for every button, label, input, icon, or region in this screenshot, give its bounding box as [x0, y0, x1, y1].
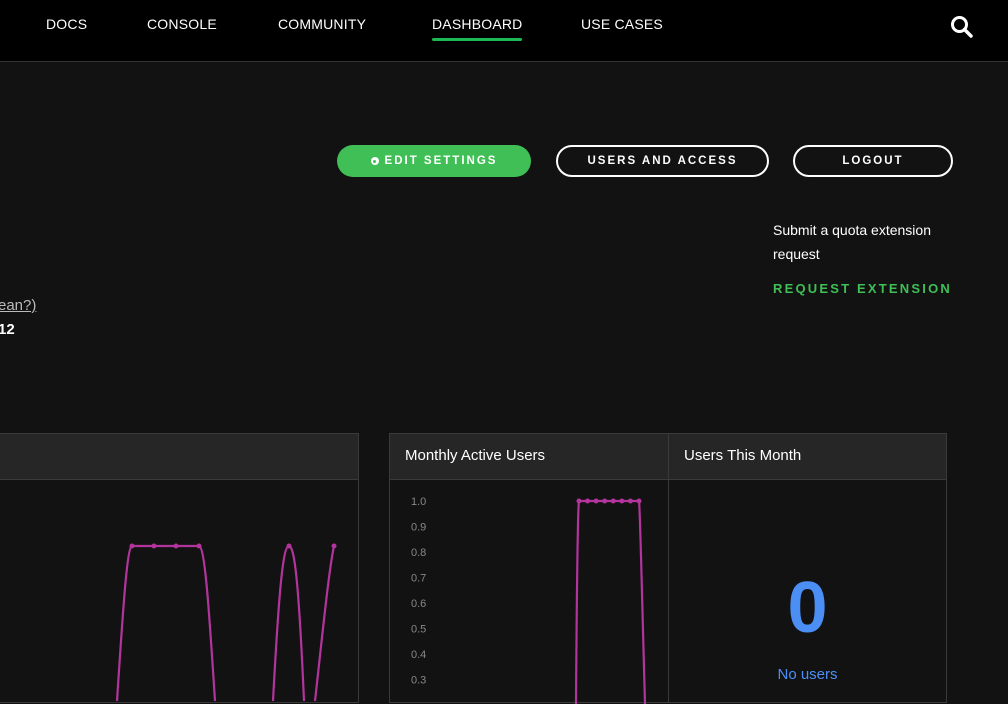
- data-point: [593, 498, 599, 504]
- data-point: [196, 543, 202, 549]
- users-and-access-label: USERS AND ACCESS: [587, 155, 738, 167]
- data-point: [619, 498, 625, 504]
- data-point: [636, 498, 642, 504]
- y-tick-label: 0.9: [411, 522, 426, 534]
- data-point: [602, 498, 608, 504]
- y-tick-label: 0.4: [411, 649, 426, 661]
- y-tick-label: 0.7: [411, 573, 426, 585]
- users-and-access-button[interactable]: USERS AND ACCESS: [556, 145, 769, 177]
- nav-community[interactable]: COMMUNITY: [278, 16, 366, 32]
- data-point: [129, 543, 135, 549]
- data-point: [627, 498, 633, 504]
- data-point: [286, 543, 292, 549]
- top-navigation: DOCS CONSOLE COMMUNITY DASHBOARD USE CAS…: [0, 0, 1008, 62]
- y-tick-label: 0.6: [411, 598, 426, 610]
- users-count: 0: [787, 568, 828, 648]
- series-line: [574, 499, 647, 704]
- monthly-active-users-panel: Monthly Active Users 1.0 0.9 0.8 0.7 0.6 0.5 0…: [389, 433, 670, 704]
- edit-settings-button[interactable]: EDIT SETTINGS: [337, 145, 531, 177]
- data-point: [331, 543, 337, 549]
- y-tick-label: 0.5: [411, 624, 426, 636]
- logout-button[interactable]: LOGOUT: [793, 145, 953, 177]
- panel-header: [0, 434, 358, 480]
- panel-header: Users This Month: [669, 434, 946, 480]
- users-caption: No users: [777, 666, 838, 683]
- series-line: [271, 544, 306, 702]
- logout-label: LOGOUT: [842, 155, 904, 167]
- chart-left: [115, 543, 337, 702]
- panel-title: Users This Month: [684, 447, 802, 464]
- nav-use-cases[interactable]: USE CASES: [581, 16, 663, 32]
- data-point: [610, 498, 616, 504]
- info-link[interactable]: ean?): [0, 297, 36, 314]
- series-line: [313, 545, 336, 702]
- data-point: [151, 543, 157, 549]
- edit-settings-label: EDIT SETTINGS: [384, 155, 498, 167]
- series-line: [115, 544, 217, 702]
- data-point: [576, 498, 582, 504]
- id-value: 12: [0, 321, 15, 338]
- nav-docs[interactable]: DOCS: [46, 16, 87, 32]
- panel-header: Monthly Active Users: [390, 434, 669, 480]
- request-extension-link[interactable]: REQUEST EXTENSION: [773, 281, 952, 296]
- search-icon[interactable]: [949, 14, 975, 40]
- panel-title: Monthly Active Users: [405, 447, 546, 464]
- data-point: [173, 543, 179, 549]
- nav-dashboard[interactable]: DASHBOARD: [432, 16, 523, 41]
- monthly-active-users-chart: 1.0 0.9 0.8 0.7 0.6 0.5 0.4 0.3: [411, 496, 647, 704]
- nav-console[interactable]: CONSOLE: [147, 16, 217, 32]
- data-point: [585, 498, 591, 504]
- gear-icon: [370, 157, 379, 165]
- y-tick-label: 0.3: [411, 675, 426, 687]
- chart-panel-left: [0, 433, 359, 703]
- y-tick-label: 0.8: [411, 547, 426, 559]
- quota-text: Submit a quota extension request: [773, 222, 931, 262]
- y-tick-label: 1.0: [411, 496, 426, 508]
